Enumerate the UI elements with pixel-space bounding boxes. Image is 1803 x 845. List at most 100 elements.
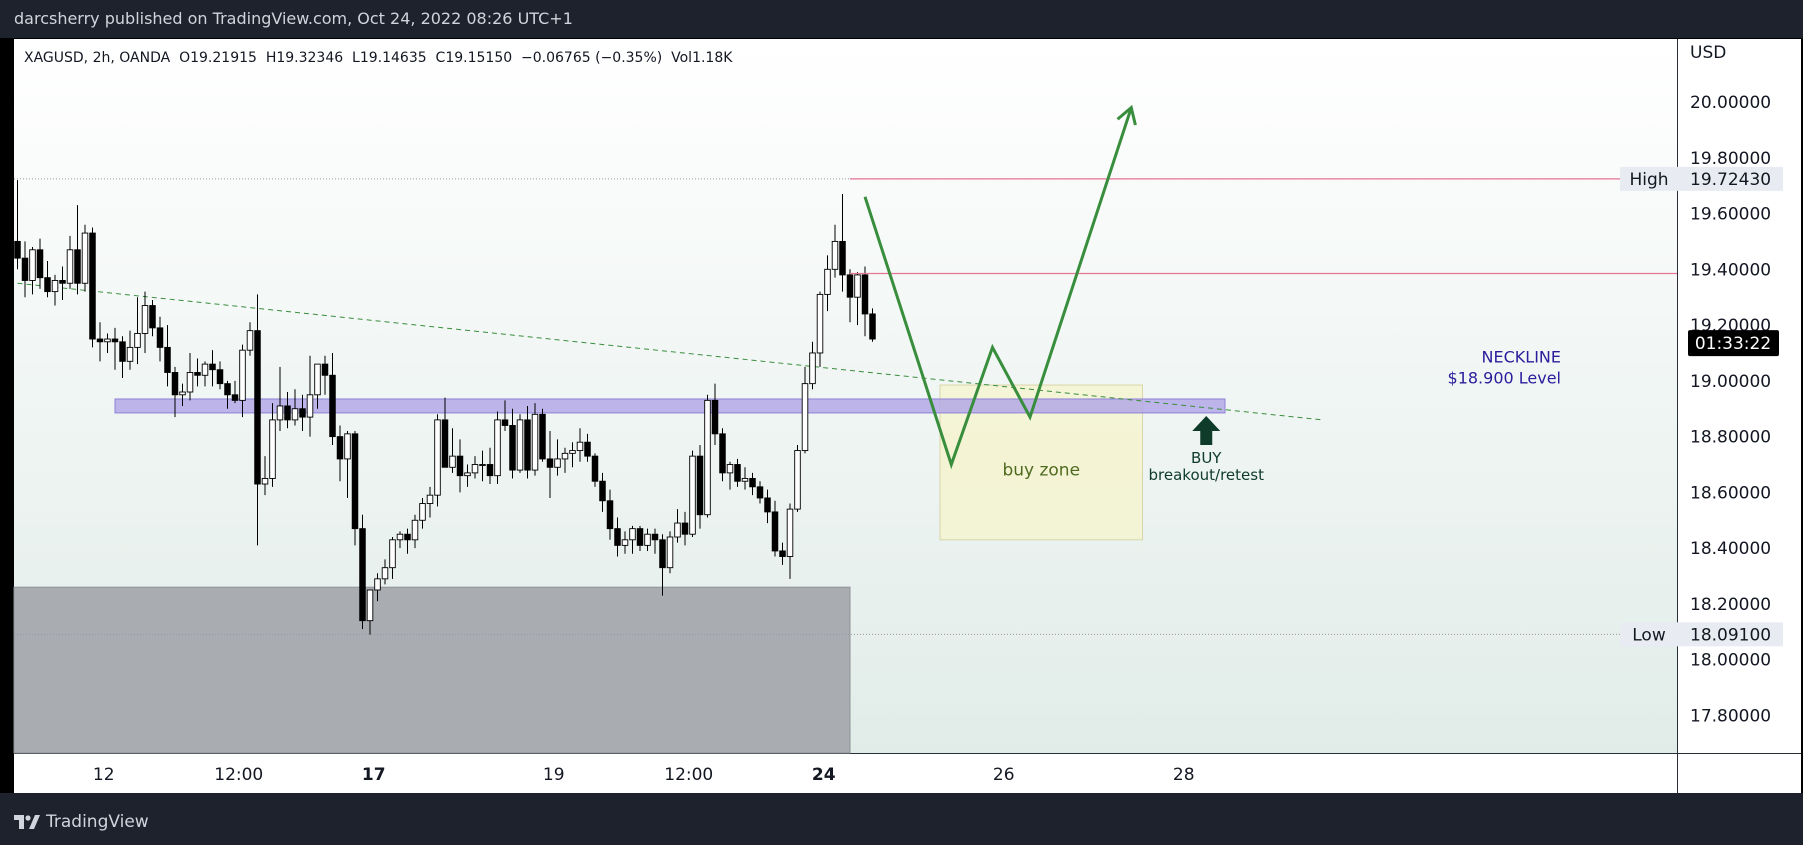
candle-body [351, 433, 359, 530]
buy-label: BUY [1191, 449, 1222, 467]
candle-body [74, 249, 81, 284]
candle-body [591, 455, 599, 482]
candle-body [539, 413, 546, 460]
candle-body [36, 249, 44, 279]
candle-body [231, 394, 239, 401]
time-tick-label: 19 [543, 765, 565, 785]
candle-body [329, 374, 336, 438]
candle-body [869, 313, 876, 340]
time-tick-label: 12 [93, 765, 115, 785]
candle-body [156, 327, 164, 348]
candle-body [501, 419, 509, 426]
candle-body [771, 511, 779, 552]
candle-body [726, 464, 734, 474]
candle-body [494, 419, 501, 477]
candle-body [276, 405, 284, 421]
candle [516, 414, 524, 473]
price-tick-label: 18.40000 [1690, 539, 1771, 559]
candle-body [666, 536, 674, 569]
candle-body [96, 338, 104, 343]
candle-body [644, 533, 651, 546]
time-tick-label: 12:00 [214, 765, 263, 785]
candle-body [651, 533, 659, 541]
candle-body [66, 249, 74, 284]
candle-body [336, 436, 344, 460]
time-axis-background [14, 754, 1677, 793]
time-tick-label: 28 [1173, 765, 1195, 785]
candle-body [134, 332, 141, 348]
candle-body [584, 441, 591, 457]
price-tick-label: 19.60000 [1690, 205, 1771, 225]
candle-body [186, 372, 194, 393]
candle-body [606, 500, 614, 530]
candle-body [194, 372, 201, 376]
candle-body [659, 539, 666, 569]
candle-body [246, 330, 254, 351]
candle-body [449, 455, 456, 468]
candle-body [314, 363, 321, 396]
candle [494, 411, 501, 485]
candle-body [636, 528, 644, 546]
candle-body [756, 486, 764, 499]
price-tick-label: 19.00000 [1690, 372, 1771, 392]
candle-body [321, 363, 329, 376]
candle-body [809, 352, 816, 385]
publisher-text: darcsherry published on TradingView.com,… [14, 9, 573, 28]
candle-body [711, 399, 719, 435]
candle-body [291, 408, 299, 421]
countdown-label: 01:33:22 [1695, 334, 1771, 354]
candle-body [704, 399, 711, 516]
candle-body [861, 274, 869, 315]
candle-body [801, 383, 809, 452]
candle-body [306, 394, 314, 418]
candle-body [839, 240, 846, 276]
support-zone [13, 586, 851, 754]
price-tick-label: 17.80000 [1690, 706, 1771, 726]
time-tick-label: 26 [993, 765, 1015, 785]
candle [689, 450, 696, 538]
candle [351, 431, 359, 546]
price-tick-label: 18.60000 [1690, 483, 1771, 503]
candle-body [419, 503, 426, 521]
candle-body [569, 450, 576, 454]
candle-body [179, 391, 186, 396]
candle-body [831, 240, 839, 270]
candle-body [561, 452, 569, 460]
axis-corner [1678, 754, 1801, 793]
candle-body [554, 458, 561, 468]
candle [359, 514, 366, 630]
time-tick-label: 17 [362, 765, 386, 785]
candle-body [284, 405, 291, 421]
candle-body [426, 494, 434, 504]
time-tick-label: 12:00 [664, 765, 713, 785]
candle-body [696, 455, 704, 516]
tradingview-logo[interactable]: TradingView [14, 812, 149, 832]
candle-body [89, 232, 96, 340]
candle-body [681, 522, 689, 535]
candle-body [576, 441, 584, 452]
candle-body [126, 346, 134, 362]
candle-body [674, 522, 681, 538]
candle-body [629, 528, 636, 541]
candle-body [389, 539, 396, 569]
candle-body [719, 433, 726, 474]
candle-body [854, 274, 861, 298]
candle-body [786, 508, 794, 557]
candle-body [239, 349, 246, 401]
candle-body [104, 338, 111, 343]
candle-body [689, 455, 696, 535]
candle-body [81, 232, 89, 284]
high-tag-label: High [1629, 170, 1668, 190]
candle [89, 227, 96, 348]
candle-body [471, 464, 479, 474]
candle-body [794, 450, 801, 510]
candle-body [261, 477, 269, 485]
candle-body [411, 519, 419, 541]
price-tick-label: 19.80000 [1690, 149, 1771, 169]
tradingview-logo-icon [14, 815, 40, 829]
candle [719, 428, 726, 482]
price-chart[interactable]: buy zone NECKLINE $18.900 Level BUYbreakout… [0, 38, 1803, 793]
candle-body [486, 464, 494, 477]
candle-body [621, 539, 629, 546]
publisher-bar: darcsherry published on TradingView.com,… [0, 0, 1803, 38]
